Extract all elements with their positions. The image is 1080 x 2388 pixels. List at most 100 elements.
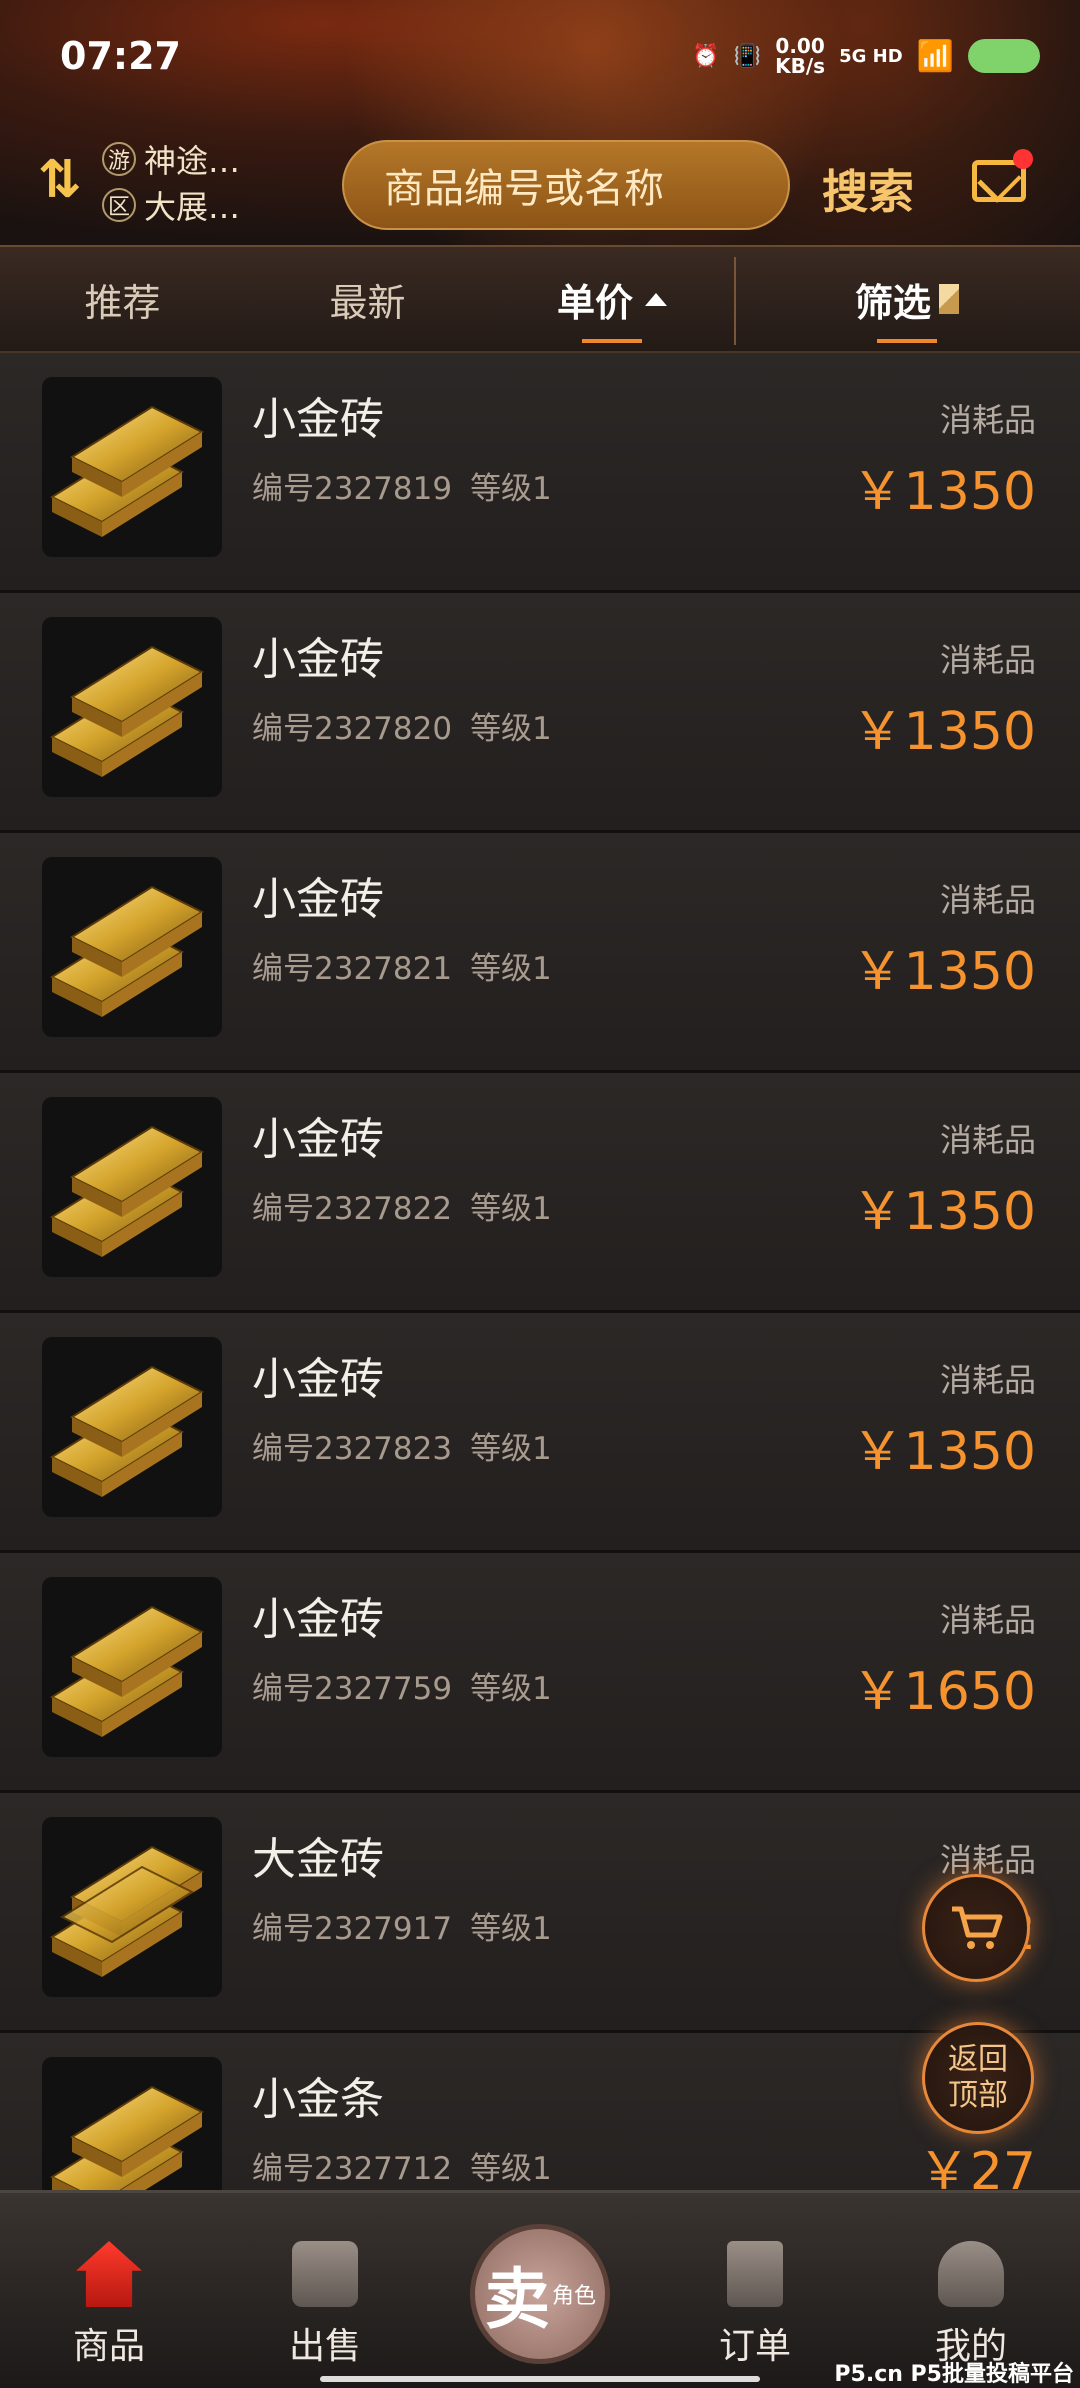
nav-goods[interactable]: 商品 — [34, 2193, 184, 2388]
back-to-top-button[interactable]: 返回顶部 — [922, 2022, 1034, 2134]
item-image — [42, 617, 222, 797]
item-name: 小金砖 — [252, 1114, 384, 1165]
game-badge: 游 — [102, 142, 136, 176]
filter-indicator — [877, 333, 937, 343]
item-image — [42, 857, 222, 1037]
mail-icon[interactable] — [972, 149, 1033, 202]
item-id: 编号2327917 — [252, 1911, 453, 1947]
item-level: 等级1 — [470, 1911, 552, 1947]
tab-price[interactable]: 单价 — [490, 247, 734, 351]
item-id: 编号2327819 — [252, 471, 453, 507]
item-image — [42, 1817, 222, 1997]
item-meta: 编号2327823 等级1 — [252, 1423, 552, 1468]
item-name: 小金条 — [252, 2074, 384, 2125]
list-item[interactable]: 小金砖 编号2327759 等级1 消耗品 ￥1650 — [0, 1553, 1080, 1793]
item-meta: 编号2327759 等级1 — [252, 1663, 552, 1708]
item-id: 编号2327712 — [252, 2151, 453, 2187]
network-speed: 0.00 KB/s — [775, 36, 825, 76]
back-to-top-label: 返回顶部 — [948, 2042, 1008, 2113]
cart-button[interactable] — [922, 1874, 1030, 1982]
item-price: ￥1350 — [851, 942, 1036, 1002]
item-name: 小金砖 — [252, 1594, 384, 1645]
item-id: 编号2327759 — [252, 1671, 453, 1707]
item-level: 等级1 — [470, 471, 552, 507]
gold-bar-icon — [49, 405, 205, 537]
item-price: ￥1350 — [851, 1182, 1036, 1242]
vibrate-icon: 📳 — [733, 43, 762, 69]
item-name: 小金砖 — [252, 874, 384, 925]
list-item[interactable]: 小金砖 编号2327820 等级1 消耗品 ￥1350 — [0, 593, 1080, 833]
region-name: 大展… — [144, 188, 241, 226]
item-image — [42, 1097, 222, 1277]
list-item[interactable]: 小金砖 编号2327819 等级1 消耗品 ￥1350 — [0, 353, 1080, 593]
shop-icon — [292, 2241, 358, 2307]
item-meta: 编号2327819 等级1 — [252, 463, 552, 508]
gold-bar-icon — [49, 645, 205, 777]
server-selector-region[interactable]: 区 大展… — [102, 182, 240, 228]
cart-icon — [952, 1906, 1003, 1949]
top-header: ⇅ 游 神途… 区 大展… 商品编号或名称 搜索 — [0, 130, 1080, 230]
item-id: 编号2327820 — [252, 711, 453, 747]
sort-tabs: 推荐 最新 单价 筛选 — [0, 245, 1080, 353]
swap-icon[interactable]: ⇅ — [38, 150, 82, 210]
home-icon — [76, 2241, 142, 2307]
sell-role-button[interactable]: 卖角色 — [470, 2224, 610, 2364]
item-price: ￥1350 — [851, 462, 1036, 522]
item-meta: 编号2327822 等级1 — [252, 1183, 552, 1228]
item-meta: 编号2327712 等级1 — [252, 2143, 552, 2188]
item-list: 小金砖 编号2327819 等级1 消耗品 ￥1350 小金砖 编号232782… — [0, 353, 1080, 2273]
battery-icon — [968, 39, 1040, 73]
search-button[interactable]: 搜索 — [822, 156, 914, 222]
wifi-icon: 📶 — [916, 38, 954, 74]
nav-sell[interactable]: 出售 — [250, 2193, 400, 2388]
gold-bar-icon — [49, 1125, 205, 1257]
item-id: 编号2327822 — [252, 1191, 453, 1227]
item-category: 消耗品 — [939, 881, 1036, 919]
item-price: ￥1350 — [851, 1422, 1036, 1482]
app-root: 07:27 ⏰ 📳 0.00 KB/s 5G HD 📶 ⇅ 游 神途… 区 大展… — [0, 0, 1080, 2388]
item-name: 小金砖 — [252, 1354, 384, 1405]
list-item[interactable]: 小金砖 编号2327823 等级1 消耗品 ￥1350 — [0, 1313, 1080, 1553]
item-name: 小金砖 — [252, 634, 384, 685]
sort-asc-icon — [645, 292, 667, 306]
status-time: 07:27 — [60, 34, 181, 78]
search-input[interactable]: 商品编号或名称 — [342, 140, 790, 230]
item-price: ￥1650 — [851, 1662, 1036, 1722]
item-level: 等级1 — [470, 951, 552, 987]
item-category: 消耗品 — [939, 1121, 1036, 1159]
filter-icon — [939, 284, 959, 314]
watermark: P5.cn P5批量投稿平台 — [834, 2362, 1074, 2387]
item-category: 消耗品 — [939, 401, 1036, 439]
item-level: 等级1 — [470, 1431, 552, 1467]
server-selector-game[interactable]: 游 神途… — [102, 136, 240, 182]
tab-latest[interactable]: 最新 — [245, 247, 490, 351]
item-category: 消耗品 — [939, 641, 1036, 679]
speed-value: 0.00 — [775, 34, 825, 58]
notification-dot — [1013, 149, 1033, 169]
nav-orders[interactable]: 订单 — [680, 2193, 830, 2388]
status-icons: ⏰ 📳 0.00 KB/s 5G HD 📶 — [692, 36, 1040, 76]
item-meta: 编号2327820 等级1 — [252, 703, 552, 748]
region-badge: 区 — [102, 188, 136, 222]
item-name: 小金砖 — [252, 394, 384, 445]
item-name: 大金砖 — [252, 1834, 384, 1885]
list-item[interactable]: 小金砖 编号2327821 等级1 消耗品 ￥1350 — [0, 833, 1080, 1073]
alarm-icon: ⏰ — [692, 43, 720, 69]
item-id: 编号2327821 — [252, 951, 453, 987]
game-name: 神途… — [144, 142, 241, 180]
gold-bar-icon — [49, 885, 205, 1017]
gold-bar-icon — [49, 1845, 205, 1977]
gold-bar-icon — [49, 1605, 205, 1737]
active-indicator — [582, 333, 642, 343]
item-level: 等级1 — [470, 1671, 552, 1707]
list-item[interactable]: 小金砖 编号2327822 等级1 消耗品 ￥1350 — [0, 1073, 1080, 1313]
tab-recommend[interactable]: 推荐 — [0, 247, 245, 351]
item-level: 等级1 — [470, 1191, 552, 1227]
speed-unit: KB/s — [775, 54, 826, 78]
item-image — [42, 1577, 222, 1757]
status-bar: 07:27 ⏰ 📳 0.00 KB/s 5G HD 📶 — [0, 0, 1080, 110]
item-image — [42, 1337, 222, 1517]
clipboard-icon — [727, 2241, 783, 2307]
list-item[interactable]: 大金砖 编号2327917 等级1 消耗品 ￥2 — [0, 1793, 1080, 2033]
tab-filter[interactable]: 筛选 — [734, 247, 1080, 351]
